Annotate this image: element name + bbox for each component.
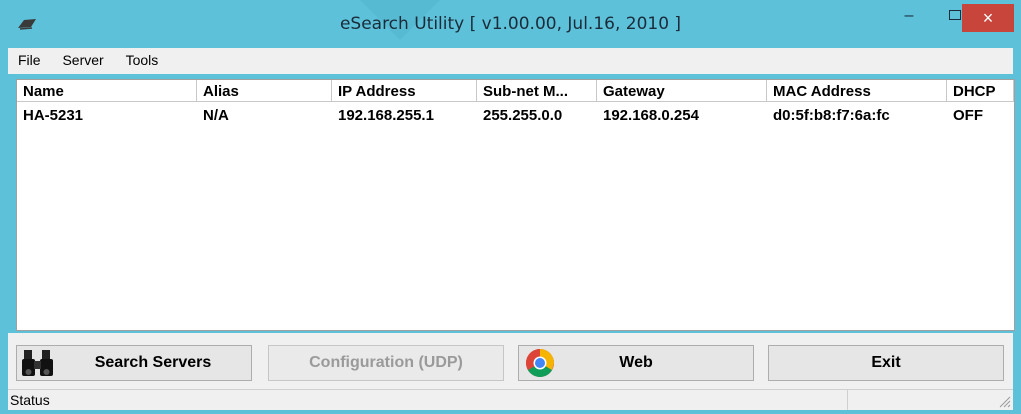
column-header-mac-address[interactable]: MAC Address: [767, 80, 947, 102]
binoculars-icon: [22, 350, 53, 376]
cell-dhcp: OFF: [953, 107, 983, 124]
resize-grip-icon[interactable]: [999, 396, 1011, 408]
cell-subnet-mask: 255.255.0.0: [483, 107, 563, 124]
column-header-subnet-mask[interactable]: Sub-net M...: [477, 80, 597, 102]
table-row[interactable]: HA-5231 N/A 192.168.255.1 255.255.0.0 19…: [17, 104, 1014, 126]
maximize-icon: [949, 10, 961, 20]
cell-gateway: 192.168.0.254: [603, 107, 699, 124]
menu-file[interactable]: File: [8, 48, 49, 74]
menu-server[interactable]: Server: [52, 48, 111, 74]
menu-tools[interactable]: Tools: [116, 48, 167, 74]
search-servers-label: Search Servers: [94, 354, 212, 371]
configuration-udp-label: Configuration (UDP): [309, 354, 463, 371]
minimize-button[interactable]: –: [886, 0, 932, 32]
exit-label: Exit: [871, 354, 901, 371]
search-servers-button[interactable]: Search Servers: [16, 345, 252, 381]
server-list[interactable]: Name Alias IP Address Sub-net M... Gatew…: [16, 79, 1015, 331]
status-bar: Status: [8, 389, 1013, 410]
window-title: eSearch Utility [ v1.00.00, Jul.16, 2010…: [339, 14, 682, 34]
title-bar[interactable]: eSearch Utility [ v1.00.00, Jul.16, 2010…: [0, 0, 1021, 48]
column-header-ip-address[interactable]: IP Address: [332, 80, 477, 102]
column-header-gateway[interactable]: Gateway: [597, 80, 767, 102]
cell-mac-address: d0:5f:b8:f7:6a:fc: [773, 107, 890, 124]
column-header-dhcp[interactable]: DHCP: [947, 80, 1014, 102]
menu-bar: File Server Tools: [8, 48, 1013, 74]
column-header-name[interactable]: Name: [17, 80, 197, 102]
cell-ip-address: 192.168.255.1: [338, 107, 434, 124]
chrome-icon: [526, 349, 554, 377]
close-button[interactable]: ×: [962, 4, 1014, 32]
button-panel: Search Servers Configuration (UDP) Web E…: [8, 333, 1013, 389]
cell-alias: N/A: [203, 107, 229, 124]
minimize-icon: –: [904, 7, 914, 24]
configuration-udp-button[interactable]: Configuration (UDP): [268, 345, 504, 381]
app-window: eSearch Utility [ v1.00.00, Jul.16, 2010…: [0, 0, 1021, 414]
cell-name: HA-5231: [23, 107, 84, 124]
status-text: Status: [8, 390, 848, 410]
list-header: Name Alias IP Address Sub-net M... Gatew…: [17, 80, 1014, 102]
column-header-alias[interactable]: Alias: [197, 80, 332, 102]
web-label: Web: [619, 354, 653, 371]
web-button[interactable]: Web: [518, 345, 754, 381]
exit-button[interactable]: Exit: [768, 345, 1004, 381]
close-icon: ×: [982, 8, 994, 28]
